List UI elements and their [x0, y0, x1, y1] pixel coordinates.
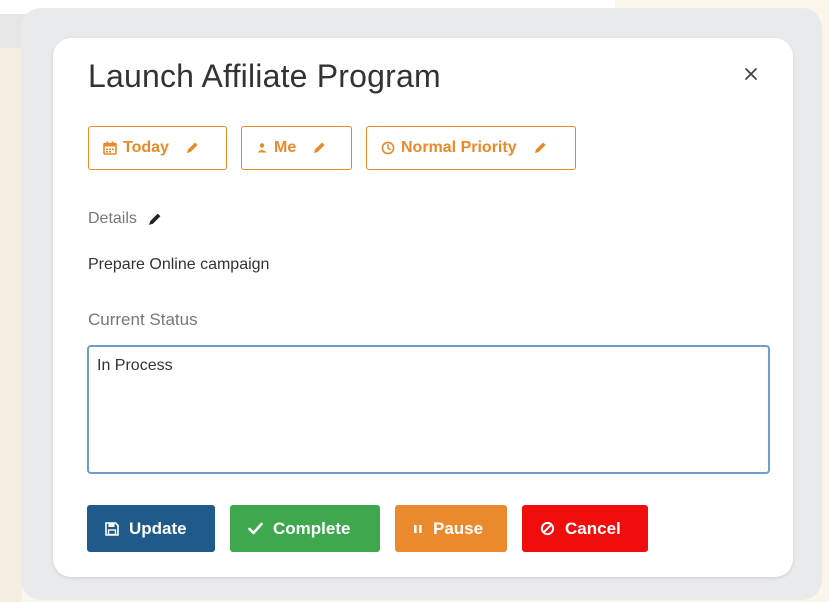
assignee-chip[interactable]: Me	[241, 126, 352, 170]
task-meta-chips: Today Me Normal Priority	[88, 126, 576, 170]
priority-label: Normal Priority	[401, 139, 517, 156]
edit-details-pencil-icon[interactable]	[147, 212, 162, 227]
task-modal: Launch Affiliate Program Today Me Normal…	[53, 38, 793, 577]
assignee-label: Me	[274, 139, 297, 156]
update-button[interactable]: Update	[87, 505, 215, 552]
calendar-icon	[103, 141, 117, 155]
clock-icon	[381, 141, 395, 155]
cancel-label: Cancel	[565, 518, 621, 538]
pause-icon	[414, 524, 422, 533]
background-sidebar	[0, 48, 22, 602]
pause-label: Pause	[433, 518, 484, 538]
details-label-text: Details	[88, 210, 137, 227]
current-status-label: Current Status	[88, 310, 198, 329]
action-buttons: Update Complete Pause Cancel	[87, 505, 648, 552]
close-icon	[745, 68, 757, 80]
details-text: Prepare Online campaign	[88, 256, 270, 273]
pencil-icon	[314, 142, 325, 153]
pencil-icon	[534, 142, 546, 153]
ban-icon	[540, 521, 555, 536]
close-button[interactable]	[739, 62, 763, 86]
pencil-icon	[186, 142, 198, 153]
cancel-button[interactable]: Cancel	[522, 505, 648, 552]
complete-button[interactable]: Complete	[230, 505, 380, 552]
priority-chip[interactable]: Normal Priority	[366, 126, 576, 170]
current-status-input[interactable]: In Process	[87, 345, 770, 474]
complete-label: Complete	[273, 518, 351, 538]
update-label: Update	[129, 518, 187, 538]
due-date-chip[interactable]: Today	[88, 126, 227, 170]
details-label: Details	[88, 210, 162, 228]
save-icon	[105, 521, 119, 536]
pause-button[interactable]: Pause	[395, 505, 507, 552]
due-date-label: Today	[123, 139, 169, 156]
check-icon	[248, 522, 263, 535]
modal-title: Launch Affiliate Program	[88, 58, 441, 94]
user-icon	[257, 143, 267, 153]
